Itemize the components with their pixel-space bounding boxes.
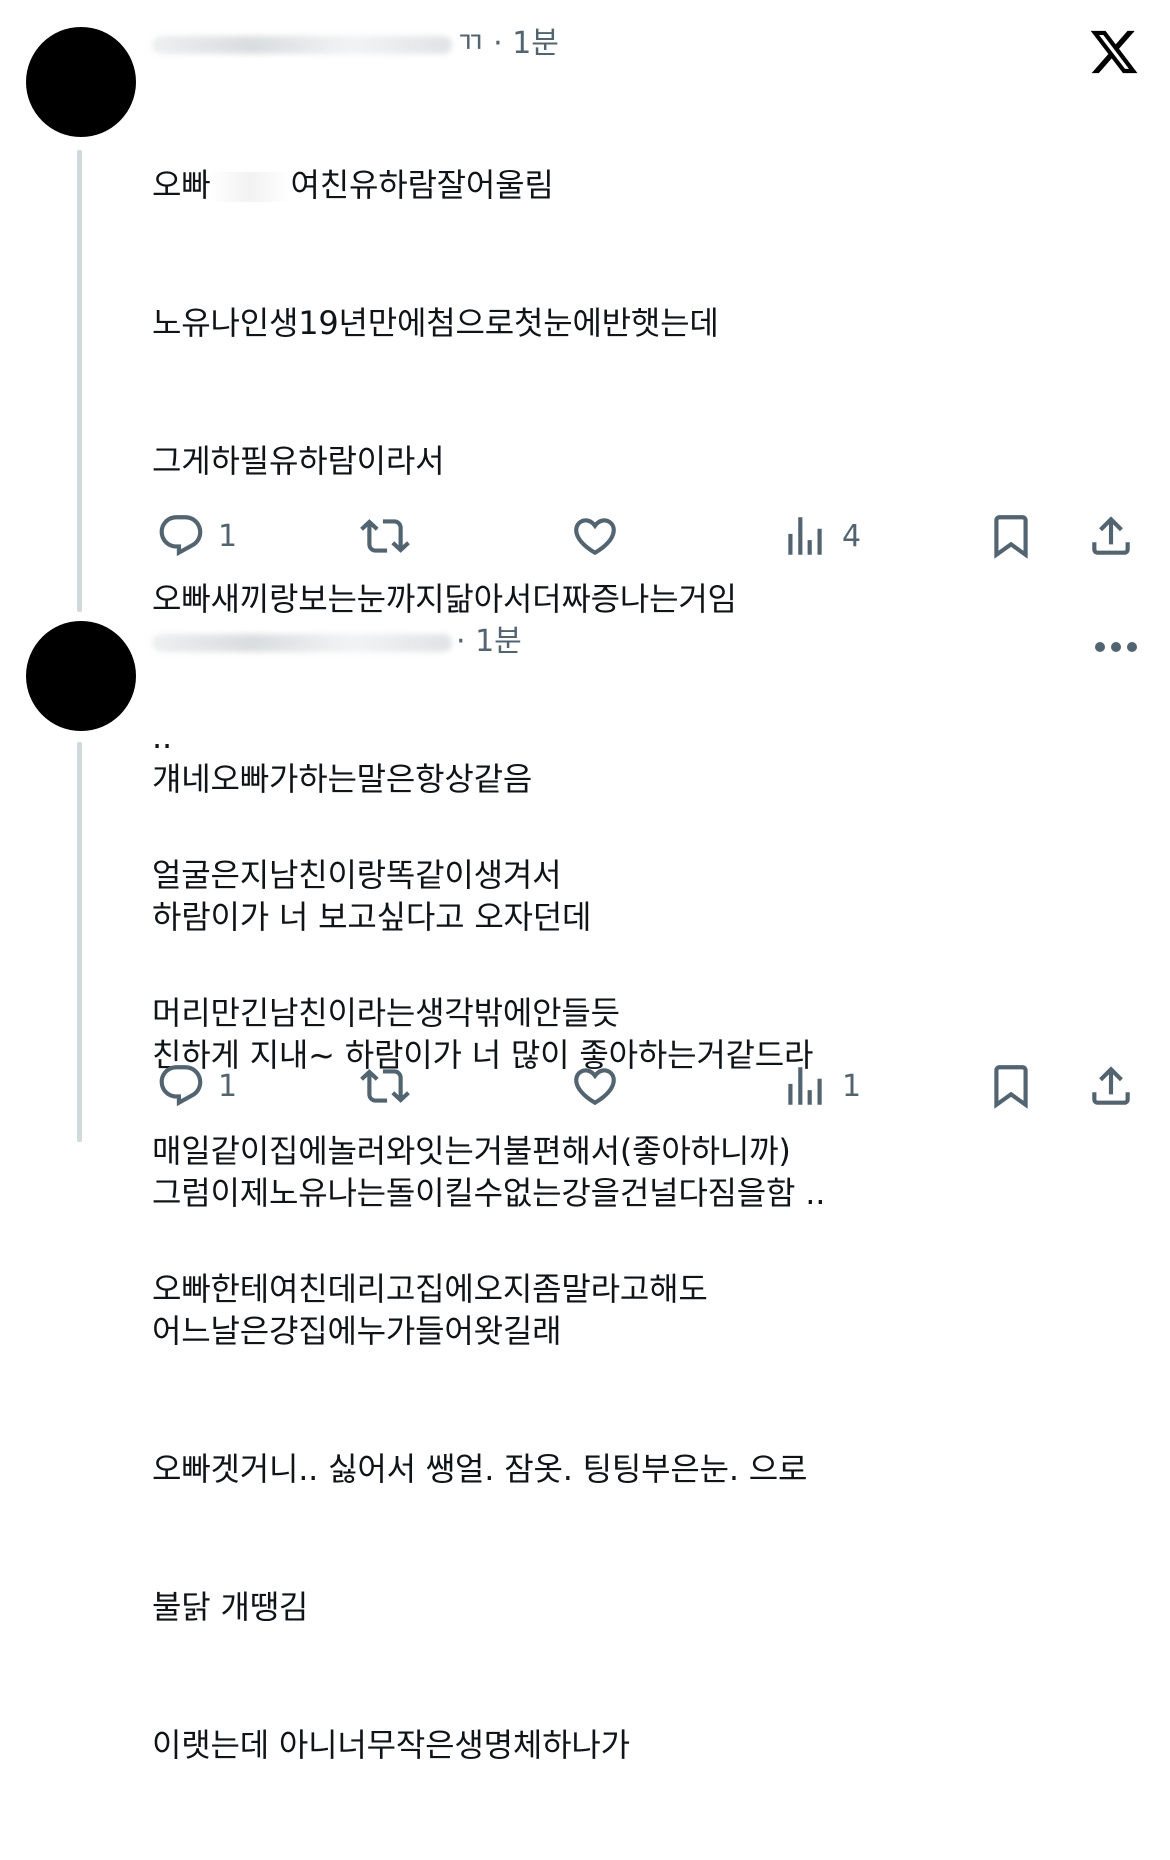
retweet-icon	[360, 519, 410, 553]
views-button[interactable]: 1	[780, 1056, 861, 1116]
heart-icon	[574, 1068, 616, 1106]
bookmark-button[interactable]	[986, 1056, 1036, 1116]
reply-button[interactable]: 1	[156, 1056, 237, 1116]
reply-count: 1	[218, 1068, 238, 1104]
tweet-line: 그게하필유하람이라서	[152, 442, 445, 480]
tweet-1[interactable]: ㄲ · 1분 오빠 여친유하람잘어울림 노유나인생19년만에첨으로첫눈에반햇는데 …	[0, 0, 1170, 1308]
tweet-meta: · 1분	[152, 622, 522, 662]
like-button[interactable]	[570, 506, 620, 566]
tweet-meta: ㄲ · 1분	[152, 24, 559, 64]
avatar[interactable]	[26, 621, 136, 731]
bookmark-button[interactable]	[986, 506, 1036, 566]
views-icon	[788, 1067, 822, 1105]
retweet-button[interactable]	[360, 1056, 410, 1116]
tweet-line: 불닭 개땡김	[152, 1588, 309, 1626]
bookmark-icon	[994, 515, 1028, 559]
blurred-handle	[152, 35, 452, 54]
like-button[interactable]	[570, 1056, 620, 1116]
tweet-line: 오빠 여친유하람잘어울림	[152, 166, 554, 204]
thread-line	[77, 150, 82, 612]
tweet-text: 걔네오빠가하는말은항상같음 하람이가 너 보고싶다고 오자던데 친하게 지내~ …	[152, 664, 1110, 1860]
more-icon[interactable]	[1092, 632, 1140, 662]
views-button[interactable]: 4	[780, 506, 861, 566]
tweet-2[interactable]: · 1분 걔네오빠가하는말은항상같음 하람이가 너 보고싶다고 오자던데 친하게…	[0, 612, 1170, 1764]
share-icon	[1092, 1066, 1130, 1105]
tweet-actions: 1 4	[152, 506, 1142, 566]
views-count: 1	[842, 1068, 862, 1104]
tweet-line: 걔네오빠가하는말은항상같음	[152, 760, 533, 798]
views-count: 4	[842, 518, 862, 554]
tweet-line: 오빠겟거니.. 싫어서 쌩얼. 잠옷. 팅팅부은눈. 으로	[152, 1450, 808, 1488]
tweet-line: 노유나인생19년만에첨으로첫눈에반햇는데	[152, 304, 719, 342]
tweet-line: 이랫는데 아니너무작은생명체하나가	[152, 1726, 630, 1764]
retweet-button[interactable]	[360, 506, 410, 566]
reply-icon	[159, 515, 203, 557]
share-icon	[1092, 516, 1130, 555]
tweet-line: 그럼이제노유나는돌이킬수없는강을건널다짐을함 ..	[152, 1174, 826, 1212]
redacted-text	[210, 172, 291, 202]
reply-icon	[159, 1065, 203, 1107]
reply-button[interactable]: 1	[156, 506, 237, 566]
reply-count: 1	[218, 518, 238, 554]
bookmark-icon	[994, 1065, 1028, 1109]
tweet-line: 어느날은걍집에누가들어왓길래	[152, 1312, 562, 1350]
share-button[interactable]	[1086, 506, 1136, 566]
views-icon	[788, 517, 822, 555]
thread-line	[77, 742, 82, 1142]
blurred-handle	[152, 633, 452, 652]
tweet-line: 하람이가 너 보고싶다고 오자던데	[152, 898, 592, 936]
heart-icon	[574, 518, 616, 556]
share-button[interactable]	[1086, 1056, 1136, 1116]
avatar[interactable]	[26, 27, 136, 137]
tweet-actions: 1 1	[152, 1056, 1142, 1116]
retweet-icon	[360, 1069, 410, 1103]
